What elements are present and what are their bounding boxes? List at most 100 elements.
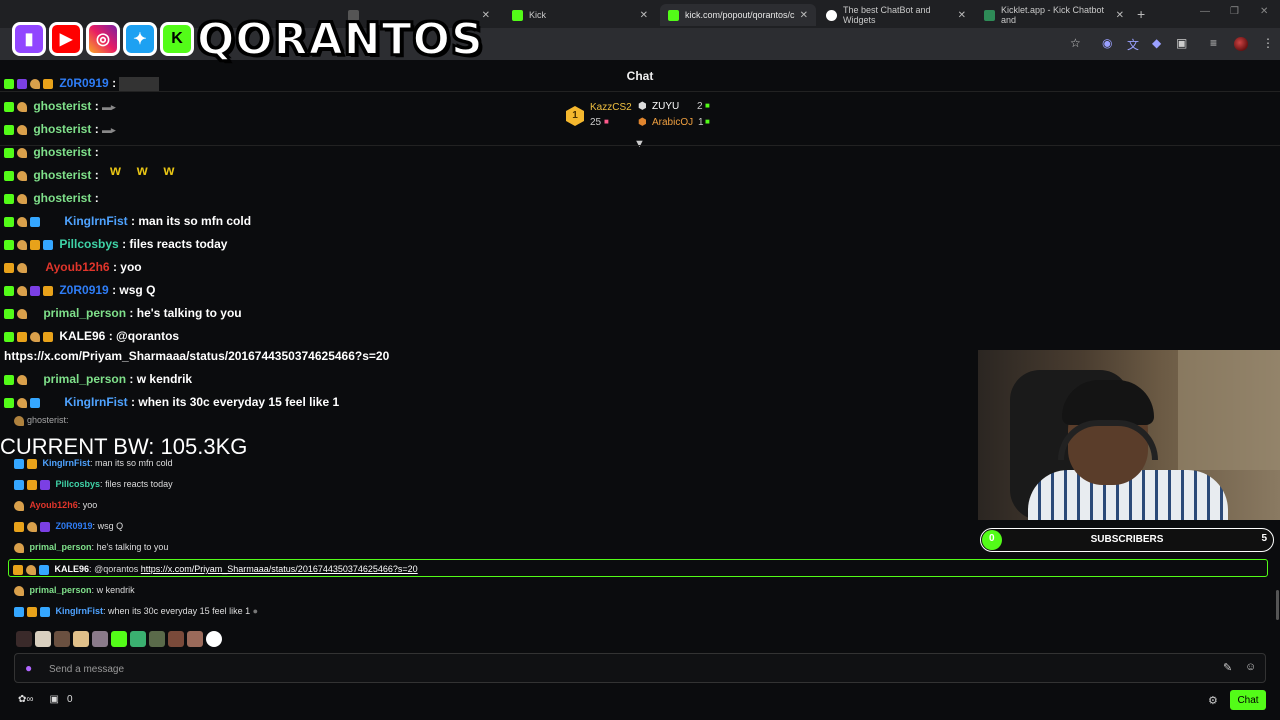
- voice-extension-icon[interactable]: ◆: [1152, 36, 1161, 50]
- emote-button[interactable]: [35, 631, 51, 647]
- leader-second-count: 2: [697, 101, 703, 112]
- overlay-chat-line: ghosterist : ▬▸: [4, 99, 116, 113]
- gift-icon[interactable]: ▣: [50, 694, 59, 705]
- youtube-icon: ▶: [49, 22, 83, 56]
- close-tab-icon[interactable]: ✕: [800, 10, 808, 21]
- tab-label: kick.com/popout/qorantos/cha: [685, 10, 795, 20]
- minimize-icon[interactable]: —: [1200, 6, 1210, 17]
- chat-message[interactable]: Ayoub12h6: yoo: [14, 498, 97, 512]
- subscriber-goal-bar: 0 SUBSCRIBERS 5: [980, 528, 1274, 552]
- recent-emotes-bar: [16, 631, 222, 647]
- emote-button[interactable]: [111, 631, 127, 647]
- browser-menu-icon[interactable]: ⋮: [1262, 36, 1274, 50]
- browser-tab-popout[interactable]: kick.com/popout/qorantos/cha ✕: [660, 4, 816, 26]
- chat-title: Chat: [0, 61, 1280, 92]
- profile-avatar[interactable]: [1234, 37, 1248, 51]
- emote-button[interactable]: [16, 631, 32, 647]
- new-tab-button[interactable]: +: [1137, 6, 1145, 22]
- gift-count: 0: [66, 694, 73, 705]
- overlay-chat-line: KingIrnFist : man its so mfn cold: [4, 214, 251, 228]
- close-tab-icon[interactable]: ✕: [958, 10, 966, 21]
- browser-tab-kick[interactable]: Kick ✕: [504, 4, 656, 26]
- leader-second-user: ZUYU: [652, 101, 680, 112]
- emote-button[interactable]: [187, 631, 203, 647]
- chat-message[interactable]: primal_person: he's talking to you: [14, 540, 168, 554]
- chat-message[interactable]: Pillcosbys: files reacts today: [14, 477, 173, 491]
- kick-favicon-icon: [512, 9, 523, 21]
- maximize-icon[interactable]: ❐: [1230, 6, 1239, 17]
- gift-icon: ■: [705, 101, 710, 110]
- close-tab-icon[interactable]: ✕: [640, 10, 648, 21]
- close-window-icon[interactable]: ✕: [1260, 6, 1268, 17]
- chat-link[interactable]: https://x.com/Priyam_Sharmaaa/status/201…: [141, 564, 418, 574]
- overlay-link-text: https://x.com/Priyam_Sharmaaa/status/201…: [4, 349, 390, 363]
- webcam-feed: [978, 350, 1280, 520]
- twitter-icon: ✦: [123, 22, 157, 56]
- pinned-collapse-icon[interactable]: ▼: [634, 138, 645, 150]
- leader-first-count: 25: [590, 117, 602, 128]
- emote-button[interactable]: [73, 631, 89, 647]
- overlay-chat-line: ghosterist :: [4, 145, 99, 159]
- leader-third-count: 1: [698, 117, 704, 128]
- emote-button[interactable]: [92, 631, 108, 647]
- rank-medal-icon: 1: [566, 106, 584, 126]
- overlay-chat-line: ghosterist :: [4, 168, 99, 182]
- emoji-icon[interactable]: ☺: [1245, 661, 1256, 673]
- message-input[interactable]: [47, 658, 1221, 680]
- chat-message[interactable]: KingIrnFist: when its 30c everyday 15 fe…: [14, 604, 258, 618]
- github-favicon-icon: [826, 9, 837, 21]
- emote-button[interactable]: [54, 631, 70, 647]
- overlay-chat-line: Pillcosbys : files reacts today: [4, 237, 227, 251]
- settings-gear-icon[interactable]: ⚙: [1208, 694, 1218, 707]
- emote-button[interactable]: [168, 631, 184, 647]
- chat-scrollbar[interactable]: [1276, 590, 1279, 620]
- send-chat-button[interactable]: Chat: [1230, 690, 1266, 710]
- kick-icon: K: [160, 22, 194, 56]
- overlay-chat-line: KALE96 : @qorantos: [4, 329, 179, 343]
- points-icon[interactable]: ✿∞: [18, 694, 34, 705]
- overlay-chat-line: ghosterist :: [4, 191, 99, 205]
- subscriber-goal: 5: [1261, 533, 1267, 544]
- overlay-ghost-line: ghosterist:: [14, 415, 69, 426]
- gun-emote-icon: ▬▸: [102, 102, 116, 112]
- chat-message-highlighted[interactable]: KALE96: @qorantos https://x.com/Priyam_S…: [8, 559, 1268, 577]
- reading-list-icon[interactable]: ≡: [1210, 36, 1217, 50]
- coin-emote-row: w w w: [110, 162, 181, 178]
- chat-footer: ✿∞ ▣ 0: [18, 694, 73, 705]
- browser-tab-chatbot[interactable]: The best ChatBot and Widgets ✕: [818, 4, 974, 26]
- microphone-icon[interactable]: ●: [25, 661, 32, 675]
- extensions-puzzle-icon[interactable]: ▣: [1176, 36, 1187, 50]
- translate-extension-icon[interactable]: 文: [1127, 36, 1139, 53]
- overlay-chat-line: ghosterist : ▬▸: [4, 122, 116, 136]
- overlay-chat-line: primal_person : w kendrik: [4, 372, 192, 386]
- browser-tab-kicklet[interactable]: Kicklet.app - Kick Chatbot and ✕: [976, 4, 1132, 26]
- chat-message[interactable]: primal_person: w kendrik: [14, 583, 135, 597]
- bookmark-star-icon[interactable]: ☆: [1070, 36, 1081, 50]
- logo-text: QORANTOS: [196, 13, 484, 66]
- twitch-icon: ▮: [12, 22, 46, 56]
- stream-logo: ▮ ▶ ◎ ✦ K QORANTOS: [12, 10, 484, 68]
- badge-icon: ⬢: [638, 117, 647, 128]
- emote-button[interactable]: [206, 631, 222, 647]
- chat-input-box: ● ✎ ☺: [14, 653, 1266, 683]
- chat-message[interactable]: KingIrnFist: man its so mfn cold: [14, 456, 173, 470]
- translate-icon[interactable]: ✎: [1223, 661, 1232, 674]
- gift-leaderboard[interactable]: 1 KazzCS2 25 ■ ⬢ ZUYU 2 ■ ⬢ ArabicOJ 1 ■: [566, 100, 726, 136]
- leader-third-user: ArabicOJ: [652, 117, 694, 128]
- overlay-chat-line: Ayoub12h6 : yoo: [4, 260, 142, 274]
- kick-favicon-icon: [668, 9, 679, 21]
- gift-icon: ■: [604, 117, 609, 126]
- emote-button[interactable]: [130, 631, 146, 647]
- emote-button[interactable]: [149, 631, 165, 647]
- subscriber-label: SUBSCRIBERS: [1090, 534, 1164, 545]
- header-divider: [0, 145, 1280, 146]
- overlay-chat-line: Z0R0919 : wsg Q: [4, 283, 155, 297]
- emote-icon: ●: [252, 606, 259, 616]
- chat-message[interactable]: Z0R0919: wsg Q: [14, 519, 123, 533]
- tab-label: Kicklet.app - Kick Chatbot and: [1001, 5, 1105, 25]
- emote-icon: [119, 76, 160, 91]
- gun-emote-icon: ▬▸: [102, 125, 116, 135]
- instagram-icon: ◎: [86, 22, 120, 56]
- extension-icon[interactable]: ◉: [1102, 36, 1112, 50]
- close-tab-icon[interactable]: ✕: [1116, 10, 1124, 21]
